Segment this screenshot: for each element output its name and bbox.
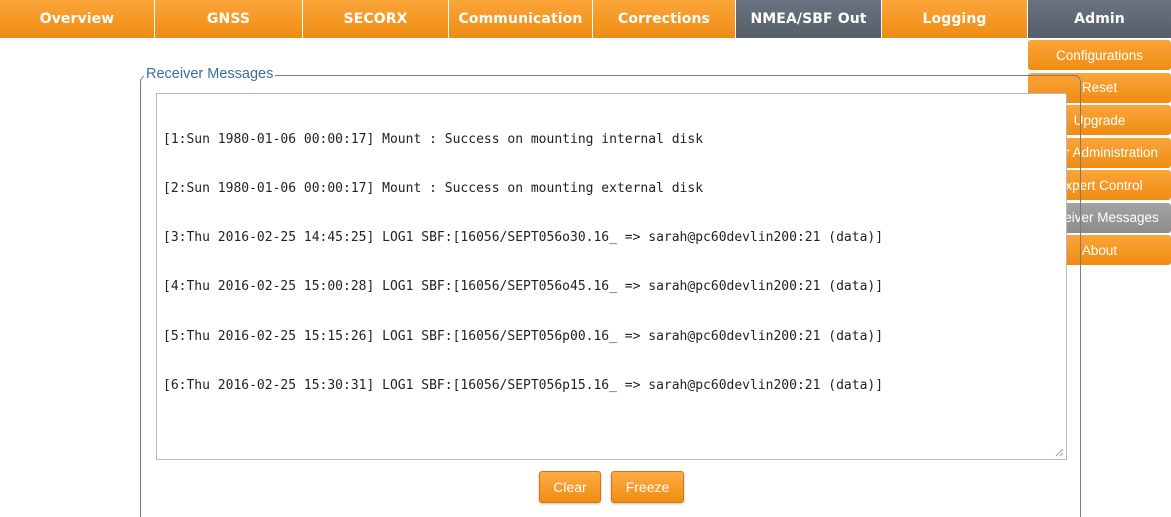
message-line: [3:Thu 2016-02-25 14:45:25] LOG1 SBF:[16… — [163, 230, 884, 246]
messages-textarea[interactable]: [1:Sun 1980-01-06 00:00:17] Mount : Succ… — [156, 93, 1067, 460]
main-nav: Overview GNSS SECORX Communication Corre… — [0, 0, 1171, 38]
message-line: [1:Sun 1980-01-06 00:00:17] Mount : Succ… — [163, 131, 704, 147]
freeze-button[interactable]: Freeze — [611, 471, 684, 503]
tab-gnss[interactable]: GNSS — [155, 0, 303, 38]
tab-nmea-sbf-out[interactable]: NMEA/SBF Out — [736, 0, 882, 38]
tab-corrections[interactable]: Corrections — [593, 0, 736, 38]
tab-secorx[interactable]: SECORX — [303, 0, 449, 38]
receiver-web-ui: Overview GNSS SECORX Communication Corre… — [0, 0, 1171, 517]
menu-item-configurations[interactable]: Configurations — [1028, 40, 1171, 70]
message-line: [4:Thu 2016-02-25 15:00:28] LOG1 SBF:[16… — [163, 279, 884, 295]
panel-legend: Receiver Messages — [144, 66, 276, 82]
tab-overview[interactable]: Overview — [0, 0, 155, 38]
resize-grip-icon[interactable] — [1054, 447, 1064, 457]
tab-admin[interactable]: Admin — [1028, 0, 1171, 38]
message-line: [2:Sun 1980-01-06 00:00:17] Mount : Succ… — [163, 181, 704, 197]
clear-button[interactable]: Clear — [539, 471, 601, 503]
tab-logging[interactable]: Logging — [882, 0, 1028, 38]
message-line: [6:Thu 2016-02-25 15:30:31] LOG1 SBF:[16… — [163, 377, 884, 393]
tab-communication[interactable]: Communication — [449, 0, 593, 38]
message-line: [5:Thu 2016-02-25 15:15:26] LOG1 SBF:[16… — [163, 328, 884, 344]
